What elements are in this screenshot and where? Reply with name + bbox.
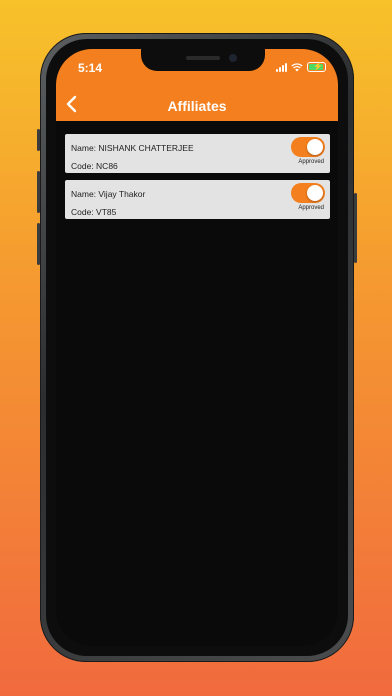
approval-toggle[interactable] (291, 183, 325, 203)
wifi-icon (291, 62, 303, 71)
phone-bezel: 5:14 ⚡ Affiliates Name: NISHANK CHATTERJ… (46, 39, 348, 656)
mute-switch (37, 129, 40, 151)
page-title: Affiliates (167, 98, 227, 114)
app-screen: 5:14 ⚡ Affiliates Name: NISHANK CHATTERJ… (56, 49, 338, 646)
power-button (354, 193, 357, 263)
toggle-knob (307, 139, 323, 155)
notch (141, 49, 265, 71)
app-header: 5:14 ⚡ Affiliates (56, 49, 338, 121)
volume-up-button (37, 171, 40, 213)
affiliate-card: Name: Vijay Thakor Code: VT85 Approved (65, 180, 330, 219)
battery-charging-icon: ⚡ (307, 62, 326, 72)
affiliate-name: Name: Vijay Thakor (71, 189, 146, 199)
toggle-knob (307, 185, 323, 201)
phone-frame: 5:14 ⚡ Affiliates Name: NISHANK CHATTERJ… (37, 33, 357, 662)
affiliate-card: Name: NISHANK CHATTERJEE Code: NC86 Appr… (65, 134, 330, 173)
affiliate-code: Code: VT85 (71, 207, 117, 217)
approval-status: Approved (298, 159, 324, 165)
approval-status: Approved (298, 205, 324, 211)
status-time: 5:14 (78, 61, 103, 75)
affiliate-code: Code: NC86 (71, 161, 118, 171)
status-icons: ⚡ (276, 62, 326, 72)
affiliate-name: Name: NISHANK CHATTERJEE (71, 143, 194, 153)
approval-toggle[interactable] (291, 137, 325, 157)
signal-icon (276, 62, 287, 72)
volume-down-button (37, 223, 40, 265)
